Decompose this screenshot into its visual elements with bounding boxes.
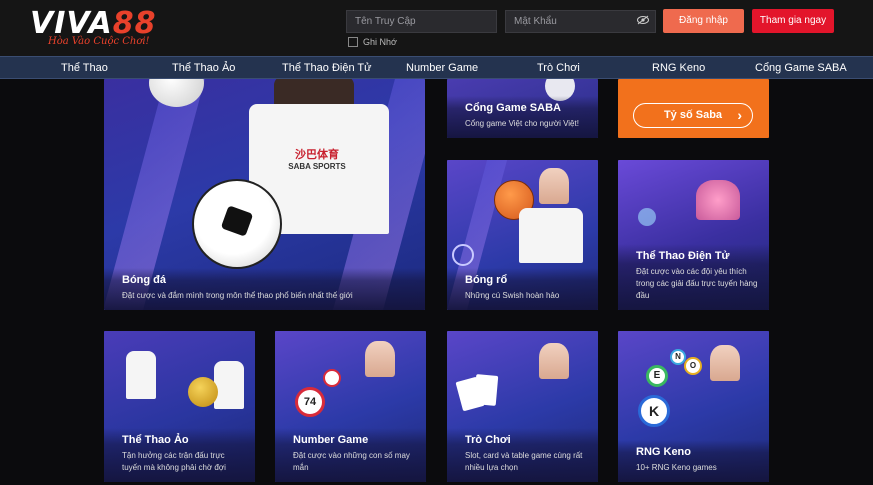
keno-ball-icon: K bbox=[638, 395, 670, 427]
card-desc: Đặt cược và đắm mình trong môn thể thao … bbox=[122, 291, 353, 300]
username-input[interactable]: Tên Truy Cập bbox=[346, 10, 497, 33]
card-desc: Slot, card và table game cùng rất nhiều … bbox=[465, 451, 583, 472]
top-header: VIVA88 Hòa Vào Cuộc Chơi! Tên Truy Cập M… bbox=[0, 0, 873, 56]
player-figure bbox=[126, 351, 156, 399]
remember-me-checkbox[interactable]: Ghi Nhớ bbox=[348, 37, 397, 47]
card-bong-da[interactable]: 沙巴体育 SABA SPORTS Bóng đá Đặt cược và đắm… bbox=[104, 79, 425, 310]
username-placeholder: Tên Truy Cập bbox=[355, 16, 416, 27]
main-nav: Thể Thao Thể Thao Ảo Thể Thao Điện Tử Nu… bbox=[0, 56, 873, 79]
player-shirt bbox=[519, 208, 583, 263]
ball-patch bbox=[220, 205, 254, 237]
keno-ball-letter: O bbox=[689, 361, 697, 370]
nav-item-the-thao-ao[interactable]: Thể Thao Ảo bbox=[172, 62, 235, 74]
keno-ball-letter: K bbox=[648, 403, 660, 419]
card-title: Number Game bbox=[293, 434, 369, 446]
checkbox-icon[interactable] bbox=[348, 37, 358, 47]
card-title: Thể Thao Ảo bbox=[122, 434, 189, 446]
lottery-ball-icon bbox=[323, 369, 341, 387]
card-caption: Trò Chơi Slot, card và table game cùng r… bbox=[447, 428, 598, 482]
decor-orb-icon bbox=[638, 208, 656, 226]
password-placeholder: Mật Khẩu bbox=[514, 16, 557, 27]
esports-character bbox=[696, 180, 740, 220]
card-caption: Number Game Đặt cược vào những con số ma… bbox=[275, 428, 426, 482]
card-desc: 10+ RNG Keno games bbox=[636, 463, 717, 472]
nav-item-the-thao[interactable]: Thể Thao bbox=[61, 62, 108, 74]
keno-ball-icon: O bbox=[684, 357, 702, 375]
saba-sports-logo: 沙巴体育 SABA SPORTS bbox=[277, 146, 357, 171]
model-face bbox=[365, 341, 395, 377]
card-caption: Bóng đá Đặt cược và đắm mình trong môn t… bbox=[104, 268, 425, 310]
saba-logo-en: SABA SPORTS bbox=[288, 162, 346, 171]
card-caption: Bóng rổ Những cú Swish hoàn hảo bbox=[447, 268, 598, 310]
card-title: Cổng Game SABA bbox=[465, 102, 561, 114]
card-desc: Đặt cược vào các đội yêu thích trong các… bbox=[636, 267, 758, 300]
card-number-game[interactable]: 74 Number Game Đặt cược vào những con số… bbox=[275, 331, 426, 482]
card-cong-game-saba[interactable]: Cổng Game SABA Cổng game Việt cho người … bbox=[447, 79, 598, 138]
card-caption: Cổng Game SABA Cổng game Việt cho người … bbox=[447, 96, 598, 138]
card-caption: Thể Thao Điện Tử Đặt cược vào các đội yê… bbox=[618, 244, 769, 310]
card-bong-ro[interactable]: Bóng rổ Những cú Swish hoàn hảo bbox=[447, 160, 598, 310]
nav-item-number-game[interactable]: Number Game bbox=[406, 62, 478, 74]
card-title: Bóng đá bbox=[122, 274, 166, 286]
nav-item-the-thao-dien-tu[interactable]: Thể Thao Điện Tử bbox=[282, 62, 372, 74]
card-desc: Tận hưởng các trận đấu trực tuyến mà khô… bbox=[122, 451, 226, 472]
playing-card-icon bbox=[473, 374, 499, 406]
card-desc: Những cú Swish hoàn hảo bbox=[465, 291, 560, 300]
card-title: Bóng rổ bbox=[465, 274, 508, 286]
nav-item-rng-keno[interactable]: RNG Keno bbox=[652, 62, 705, 74]
card-the-thao-ao[interactable]: Thể Thao Ảo Tận hưởng các trận đấu trực … bbox=[104, 331, 255, 482]
card-rng-keno[interactable]: N O E K RNG Keno 10+ RNG Keno games bbox=[618, 331, 769, 482]
ty-so-saba-label: Tỷ số Saba bbox=[663, 109, 723, 121]
card-desc: Cổng game Việt cho người Việt! bbox=[465, 119, 579, 128]
model-face bbox=[710, 345, 740, 381]
golden-ball-icon bbox=[188, 377, 218, 407]
login-button[interactable]: Đăng nhập bbox=[663, 9, 744, 33]
ty-so-saba-button[interactable]: Tỷ số Saba › bbox=[633, 103, 753, 128]
card-desc: Đặt cược vào những con số may mắn bbox=[293, 451, 410, 472]
keno-ball-letter: N bbox=[675, 352, 681, 361]
player-face bbox=[539, 168, 569, 204]
saba-logo-cn: 沙巴体育 bbox=[295, 149, 339, 161]
chevron-right-icon: › bbox=[737, 107, 742, 123]
lottery-ball-icon: 74 bbox=[295, 387, 325, 417]
card-title: RNG Keno bbox=[636, 446, 691, 458]
lottery-ball-number: 74 bbox=[303, 396, 317, 408]
card-caption: RNG Keno 10+ RNG Keno games bbox=[618, 440, 769, 482]
model-face bbox=[539, 343, 569, 379]
slogan: Hòa Vào Cuộc Chơi! bbox=[48, 36, 150, 47]
remember-label: Ghi Nhớ bbox=[363, 37, 397, 47]
password-input[interactable]: Mật Khẩu bbox=[505, 10, 656, 33]
nav-item-tro-choi[interactable]: Trò Chơi bbox=[537, 62, 580, 74]
join-button[interactable]: Tham gia ngay bbox=[752, 9, 834, 33]
eye-icon[interactable] bbox=[637, 15, 649, 28]
basketball-hoop-icon bbox=[452, 244, 474, 266]
card-the-thao-dien-tu[interactable]: Thể Thao Điện Tử Đặt cược vào các đội yê… bbox=[618, 160, 769, 310]
nav-item-cong-game-saba[interactable]: Cổng Game SABA bbox=[755, 62, 847, 74]
card-title: Thể Thao Điện Tử bbox=[636, 250, 730, 262]
keno-ball-letter: E bbox=[653, 370, 661, 381]
player-figure bbox=[214, 361, 244, 409]
soccer-ball-icon bbox=[192, 179, 282, 269]
keno-ball-icon: E bbox=[646, 365, 668, 387]
card-title: Trò Chơi bbox=[465, 434, 511, 446]
card-tro-choi[interactable]: Trò Chơi Slot, card và table game cùng r… bbox=[447, 331, 598, 482]
card-caption: Thể Thao Ảo Tận hưởng các trận đấu trực … bbox=[104, 428, 255, 482]
